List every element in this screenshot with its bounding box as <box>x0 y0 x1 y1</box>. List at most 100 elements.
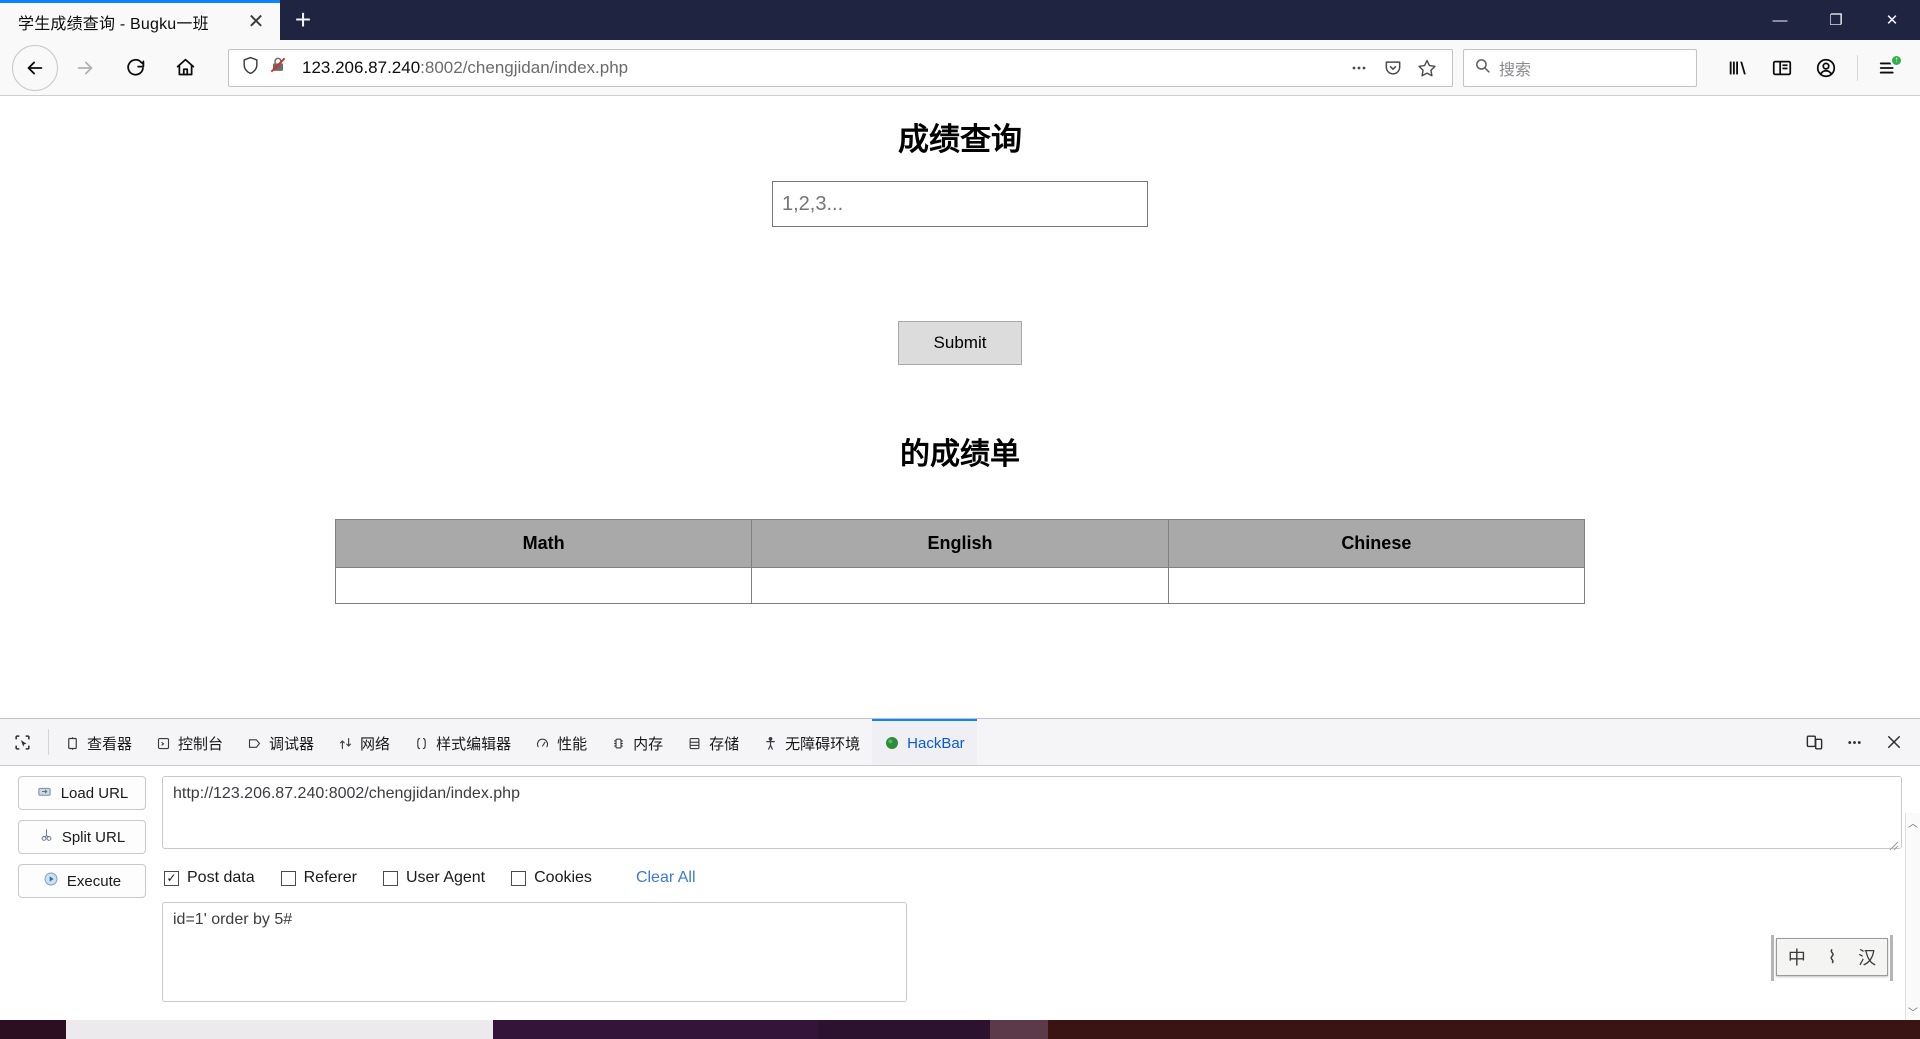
grades-table-wrap: Math English Chinese <box>0 519 1920 604</box>
ime-language-bar[interactable]: 中 ⌇ 汉 <box>1771 935 1893 981</box>
browser-toolbar-actions: ↑ <box>1711 47 1910 89</box>
option-label: User Agent <box>405 869 486 886</box>
column-header-math: Math <box>334 519 753 568</box>
button-label: Execute <box>66 872 122 890</box>
tab-label: 调试器 <box>269 735 315 753</box>
library-icon[interactable] <box>1717 47 1759 89</box>
execute-button[interactable]: Execute <box>18 864 146 898</box>
tab-label: 控制台 <box>178 735 224 753</box>
element-picker-icon[interactable] <box>0 719 44 765</box>
ime-grip-left[interactable] <box>1771 935 1774 981</box>
ime-grip-right[interactable] <box>1890 935 1893 981</box>
result-title: 的成绩单 <box>900 438 1020 471</box>
post-data-checkbox[interactable]: ✓ <box>164 870 179 886</box>
button-label: Load URL <box>60 784 129 802</box>
close-devtools-icon[interactable] <box>1876 724 1912 760</box>
tab-strip: 学生成绩查询 - Bugku一班 ✕ + <box>0 0 326 40</box>
tab-network[interactable]: 网络 <box>326 719 402 765</box>
account-icon[interactable] <box>1805 47 1847 89</box>
devtools-scrollbar[interactable]: ︿ ﹀ <box>1905 813 1920 1021</box>
scroll-up-arrow[interactable]: ︿ <box>1908 813 1918 832</box>
student-id-input[interactable] <box>772 181 1148 227</box>
option-label: Cookies <box>534 869 592 886</box>
minimize-button[interactable]: — <box>1752 0 1808 40</box>
back-arrow-icon[interactable] <box>12 44 58 91</box>
tab-memory[interactable]: 内存 <box>599 719 675 765</box>
option-cookies[interactable]: Cookies <box>511 869 592 887</box>
address-bar[interactable]: 123.206.87.240:8002/chengjidan/index.php <box>228 48 1453 87</box>
ime-mode-indicator[interactable]: 中 <box>1788 944 1806 970</box>
ime-simplified-icon[interactable]: 汉 <box>1858 944 1876 970</box>
tab-performance[interactable]: 性能 <box>523 719 599 765</box>
tab-accessibility[interactable]: 无障碍环境 <box>751 719 872 765</box>
hackbar-icon <box>884 735 900 751</box>
clear-all-link[interactable]: Clear All <box>636 869 696 887</box>
pocket-icon[interactable] <box>1378 53 1408 83</box>
ime-punctuation-icon[interactable]: ⌇ <box>1828 947 1837 968</box>
sidebar-icon[interactable] <box>1761 47 1803 89</box>
performance-icon <box>535 736 550 751</box>
tab-label: 网络 <box>360 735 391 753</box>
devtools-divider <box>48 729 49 755</box>
load-url-button[interactable]: Load URL <box>18 776 146 810</box>
cookies-checkbox[interactable] <box>511 870 527 886</box>
ellipsis-icon[interactable] <box>1836 724 1872 760</box>
hamburger-menu-icon[interactable]: ↑ <box>1868 47 1910 89</box>
new-tab-button[interactable]: + <box>280 0 326 40</box>
inspector-icon <box>65 736 80 751</box>
hackbar-buttons: Load URL Split URL Execute <box>18 776 146 1007</box>
devtools-tab-bar: 查看器 控制台 调试器 网络 样式编辑器 性能 内存 存储 无障碍环境 Hack… <box>0 719 1920 766</box>
browser-navigation-toolbar: 123.206.87.240:8002/chengjidan/index.php… <box>0 40 1920 96</box>
forward-arrow-icon[interactable] <box>62 45 108 91</box>
browser-tab[interactable]: 学生成绩查询 - Bugku一班 ✕ <box>0 0 280 40</box>
accessibility-icon <box>763 736 778 751</box>
cell-chinese <box>1167 567 1586 604</box>
column-header-chinese: Chinese <box>1167 519 1586 568</box>
home-icon[interactable] <box>162 45 208 91</box>
taskbar-segment <box>0 1020 66 1039</box>
hackbar-url-input[interactable]: http://123.206.87.240:8002/chengjidan/in… <box>162 776 1902 849</box>
user-agent-checkbox[interactable] <box>382 870 398 886</box>
page-content: 成绩查询 Submit 的成绩单 Math English Chinese <box>0 96 1920 729</box>
tab-console[interactable]: 控制台 <box>144 719 235 765</box>
address-bar-icons <box>237 55 296 80</box>
ellipsis-icon[interactable] <box>1344 53 1374 83</box>
scroll-down-arrow[interactable]: ﹀ <box>1908 1002 1918 1021</box>
tab-hackbar[interactable]: HackBar <box>872 719 977 765</box>
submit-button[interactable]: Submit <box>898 321 1022 365</box>
maximize-button[interactable]: ❐ <box>1808 0 1864 40</box>
tab-label: 查看器 <box>87 735 133 753</box>
option-user-agent[interactable]: User Agent <box>382 869 486 887</box>
storage-icon <box>687 736 702 751</box>
button-label: Split URL <box>61 828 126 846</box>
search-input[interactable]: 搜索 <box>1499 56 1531 80</box>
responsive-design-mode-icon[interactable] <box>1796 724 1832 760</box>
taskbar-segment <box>66 1020 493 1039</box>
option-label: Referer <box>303 869 357 886</box>
tab-storage[interactable]: 存储 <box>675 719 751 765</box>
option-post-data[interactable]: ✓ Post data <box>164 869 255 887</box>
shield-icon[interactable] <box>241 56 260 80</box>
option-referer[interactable]: Referer <box>280 869 357 887</box>
os-taskbar[interactable] <box>0 1020 1920 1039</box>
page-title: 成绩查询 <box>898 122 1022 157</box>
split-url-button[interactable]: Split URL <box>18 820 146 854</box>
tab-style-editor[interactable]: 样式编辑器 <box>402 719 523 765</box>
devtools-tabbar-actions <box>1796 719 1920 765</box>
referer-checkbox[interactable] <box>280 870 296 886</box>
tab-inspector[interactable]: 查看器 <box>53 719 144 765</box>
hackbar-post-data-input[interactable]: id=1' order by 5# <box>162 902 907 1002</box>
insecure-lock-icon[interactable] <box>268 55 288 80</box>
star-icon[interactable] <box>1412 53 1442 83</box>
tab-label: 性能 <box>557 735 588 753</box>
close-window-button[interactable]: ✕ <box>1864 0 1920 40</box>
grades-table-body <box>334 567 1586 604</box>
close-tab-icon[interactable]: ✕ <box>242 8 270 36</box>
column-header-english: English <box>751 519 1169 568</box>
url-path: :8002/chengjidan/index.php <box>420 57 629 77</box>
search-bar[interactable]: 搜索 <box>1463 48 1697 87</box>
reload-icon[interactable] <box>112 45 158 91</box>
style-editor-icon <box>414 736 429 751</box>
tab-debugger[interactable]: 调试器 <box>235 719 326 765</box>
browser-tab-title: 学生成绩查询 - Bugku一班 <box>18 15 209 33</box>
